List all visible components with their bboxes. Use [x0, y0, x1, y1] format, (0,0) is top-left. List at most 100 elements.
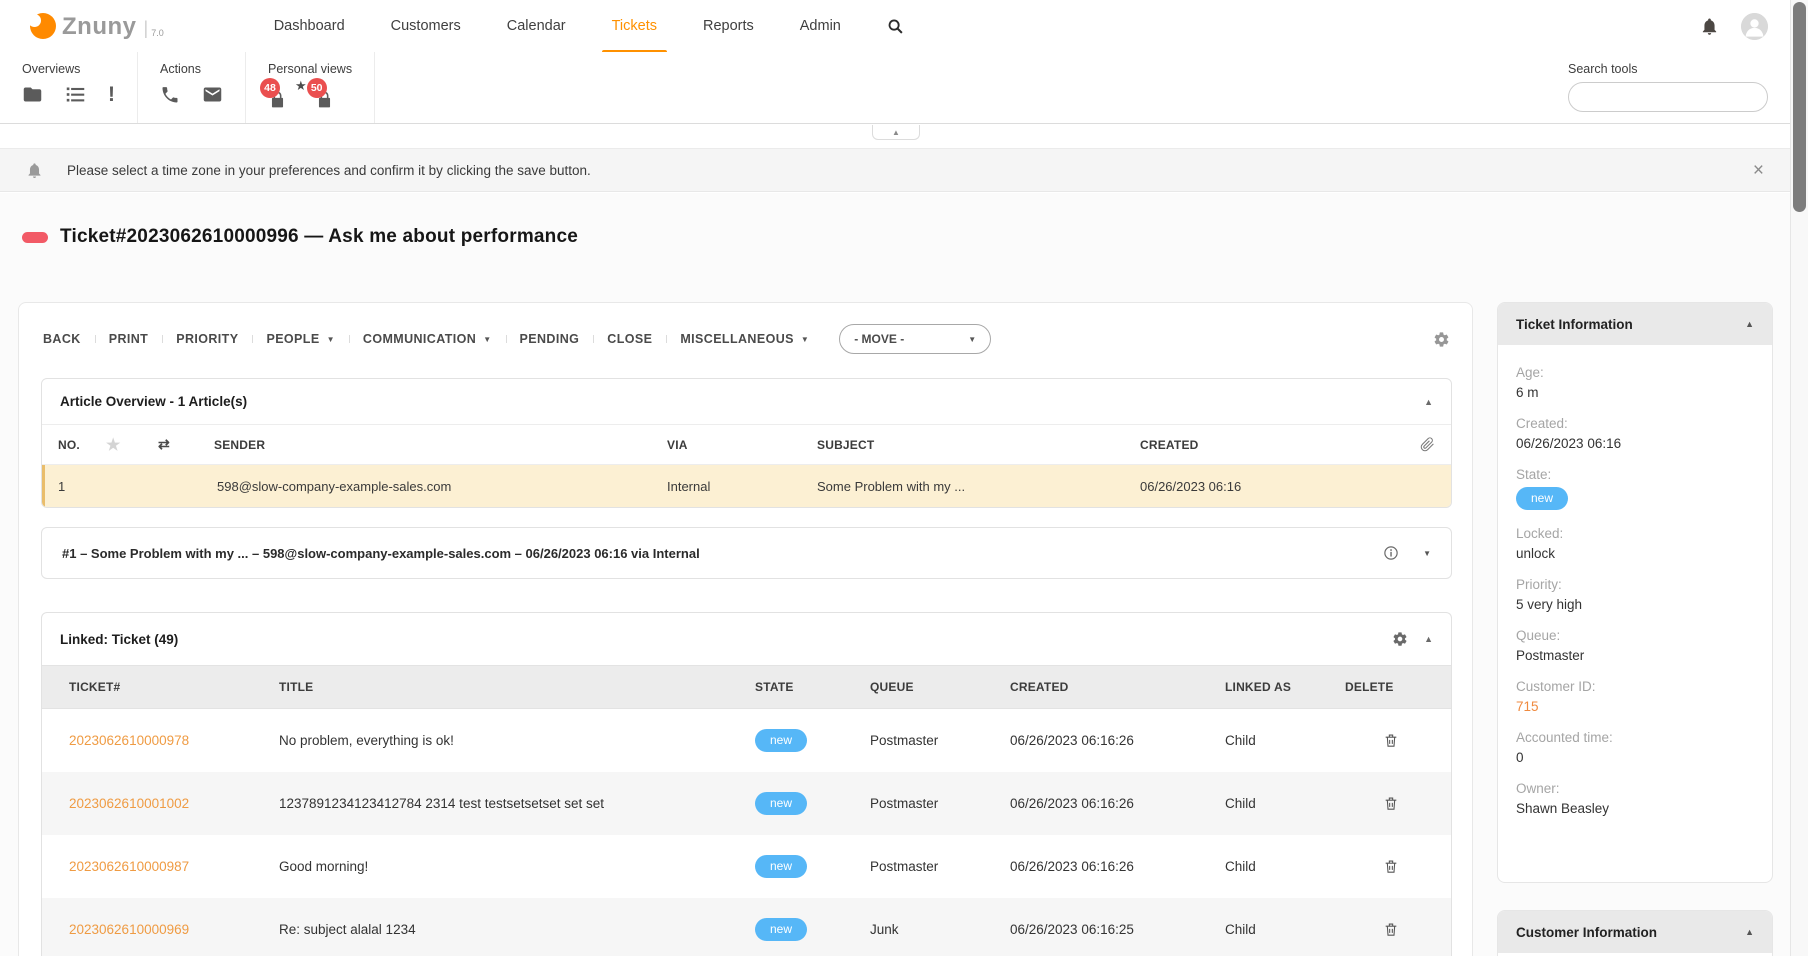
collapse-panel-icon[interactable]: ▲ — [1745, 319, 1754, 329]
linked-title: 1237891234123412784 2314 test testsetset… — [279, 796, 755, 811]
ticket-number-link[interactable]: 2023062610000987 — [69, 859, 279, 874]
col-sender[interactable]: SENDER — [214, 438, 667, 452]
collapse-panel-icon[interactable]: ▲ — [1745, 927, 1754, 937]
col-ticket[interactable]: TICKET# — [69, 680, 279, 694]
new-email-ticket-icon[interactable] — [202, 84, 223, 105]
ticket-number-link[interactable]: 2023062610000978 — [69, 733, 279, 748]
search-tools: Search tools — [1568, 52, 1790, 123]
field-value-queue: Postmaster — [1516, 648, 1754, 663]
ticket-number-link[interactable]: 2023062610000969 — [69, 922, 279, 937]
print-button[interactable]: PRINT — [95, 332, 163, 346]
col-subject[interactable]: SUBJECT — [817, 438, 1140, 452]
people-dropdown[interactable]: PEOPLE▼ — [252, 332, 348, 346]
delete-link-trash-icon[interactable] — [1383, 858, 1399, 875]
state-badge: new — [1516, 487, 1568, 510]
personal-views-label: Personal views — [268, 62, 352, 76]
nav-customers[interactable]: Customers — [391, 0, 461, 52]
user-avatar[interactable] — [1741, 13, 1768, 40]
linked-row: 2023062610001002 1237891234123412784 231… — [42, 772, 1451, 835]
pending-button[interactable]: PENDING — [506, 332, 594, 346]
col-created[interactable]: CREATED — [1140, 438, 1401, 452]
move-queue-select[interactable]: - MOVE -▼ — [839, 324, 991, 354]
star-column-icon[interactable]: ★ — [106, 435, 158, 455]
state-badge: new — [755, 918, 807, 941]
top-navbar: Znuny | 7.0 Dashboard Customers Calendar… — [0, 0, 1790, 52]
escalation-view-icon[interactable]: ! — [108, 85, 115, 105]
search-tools-input[interactable] — [1585, 90, 1761, 105]
delete-link-trash-icon[interactable] — [1383, 921, 1399, 938]
col-created[interactable]: CREATED — [1010, 680, 1225, 694]
linked-queue: Postmaster — [870, 859, 1010, 874]
col-no[interactable]: NO. — [58, 438, 106, 452]
delete-link-trash-icon[interactable] — [1383, 732, 1399, 749]
col-delete: DELETE — [1345, 680, 1451, 694]
article-detail-bar[interactable]: #1 – Some Problem with my ... – 598@slow… — [41, 527, 1452, 579]
sort-arrows-icon[interactable]: ⇄ — [158, 436, 214, 453]
global-search-icon[interactable] — [887, 18, 904, 35]
collapse-widget-icon[interactable]: ▲ — [1424, 634, 1433, 644]
nav-reports[interactable]: Reports — [703, 0, 754, 52]
watched-tickets-icon[interactable]: 50 — [315, 80, 334, 109]
col-linked-as[interactable]: LINKED AS — [1225, 680, 1345, 694]
locked-tickets-icon[interactable]: 48 — [268, 80, 287, 109]
search-tools-box[interactable] — [1568, 82, 1768, 112]
page-scrollbar[interactable] — [1790, 0, 1808, 956]
col-state[interactable]: STATE — [755, 680, 870, 694]
field-value-created: 06/26/2023 06:16 — [1516, 436, 1754, 451]
priority-button[interactable]: PRIORITY — [162, 332, 252, 346]
linked-row: 2023062610000987 Good morning! new Postm… — [42, 835, 1451, 898]
article-info-icon[interactable] — [1383, 545, 1399, 561]
chevron-down-icon: ▼ — [801, 335, 809, 344]
collapse-up-icon: ▲ — [892, 128, 900, 137]
linked-settings-gear-icon[interactable] — [1392, 631, 1408, 647]
nav-calendar[interactable]: Calendar — [507, 0, 566, 52]
notice-close-icon[interactable]: × — [1753, 161, 1764, 180]
watched-star-icon: ★ — [295, 78, 307, 94]
search-tools-label: Search tools — [1568, 62, 1768, 76]
linked-tickets-widget: Linked: Ticket (49) ▲ TICKET# TITLE STAT… — [41, 612, 1452, 956]
linked-as: Child — [1225, 796, 1345, 811]
col-via[interactable]: VIA — [667, 438, 817, 452]
back-button[interactable]: BACK — [41, 332, 95, 346]
field-label: Created: — [1516, 416, 1754, 431]
article-overview-title: Article Overview - 1 Article(s) — [60, 394, 247, 409]
nav-dashboard[interactable]: Dashboard — [274, 0, 345, 52]
new-phone-ticket-icon[interactable] — [160, 85, 180, 105]
col-queue[interactable]: QUEUE — [870, 680, 1010, 694]
field-value-owner: Shawn Beasley — [1516, 801, 1754, 816]
nav-admin[interactable]: Admin — [800, 0, 841, 52]
delete-link-trash-icon[interactable] — [1383, 795, 1399, 812]
znuny-logo[interactable]: Znuny | 7.0 — [30, 13, 164, 39]
col-title[interactable]: TITLE — [279, 680, 755, 694]
linked-created: 06/26/2023 06:16:25 — [1010, 922, 1225, 937]
queue-view-folder-icon[interactable] — [22, 84, 43, 105]
field-value-locked: unlock — [1516, 546, 1754, 561]
nav-tickets[interactable]: Tickets — [612, 0, 657, 52]
customer-information-header[interactable]: Customer Information ▲ — [1498, 911, 1772, 953]
notifications-bell-icon[interactable] — [1700, 17, 1719, 36]
scrollbar-thumb[interactable] — [1793, 2, 1806, 212]
close-ticket-button[interactable]: CLOSE — [593, 332, 666, 346]
collapse-widget-icon[interactable]: ▲ — [1424, 397, 1433, 407]
field-value-accounted-time: 0 — [1516, 750, 1754, 765]
communication-dropdown[interactable]: COMMUNICATION▼ — [349, 332, 506, 346]
status-view-list-icon[interactable] — [65, 84, 86, 105]
brand-name: Znuny — [62, 15, 137, 39]
linked-created: 06/26/2023 06:16:26 — [1010, 733, 1225, 748]
ticket-information-header[interactable]: Ticket Information ▲ — [1498, 303, 1772, 345]
state-badge: new — [755, 729, 807, 752]
ticket-number-link[interactable]: 2023062610001002 — [69, 796, 279, 811]
miscellaneous-dropdown[interactable]: MISCELLANEOUS▼ — [666, 332, 823, 346]
customer-id-link[interactable]: 715 — [1516, 699, 1754, 714]
ticket-zoom-card: BACK PRINT PRIORITY PEOPLE▼ COMMUNICATIO… — [18, 302, 1473, 956]
chevron-down-icon: ▼ — [968, 335, 976, 344]
linked-row: 2023062610000978 No problem, everything … — [42, 709, 1451, 772]
article-row[interactable]: 1 598@slow-company-example-sales.com Int… — [42, 465, 1451, 507]
settings-gear-icon[interactable] — [1433, 331, 1450, 348]
expand-article-icon[interactable]: ▼ — [1423, 549, 1431, 558]
toolbar-collapse-tab[interactable]: ▲ — [872, 125, 920, 140]
field-value-priority: 5 very high — [1516, 597, 1754, 612]
linked-as: Child — [1225, 859, 1345, 874]
field-label: Owner: — [1516, 781, 1754, 796]
article-no: 1 — [58, 479, 109, 494]
